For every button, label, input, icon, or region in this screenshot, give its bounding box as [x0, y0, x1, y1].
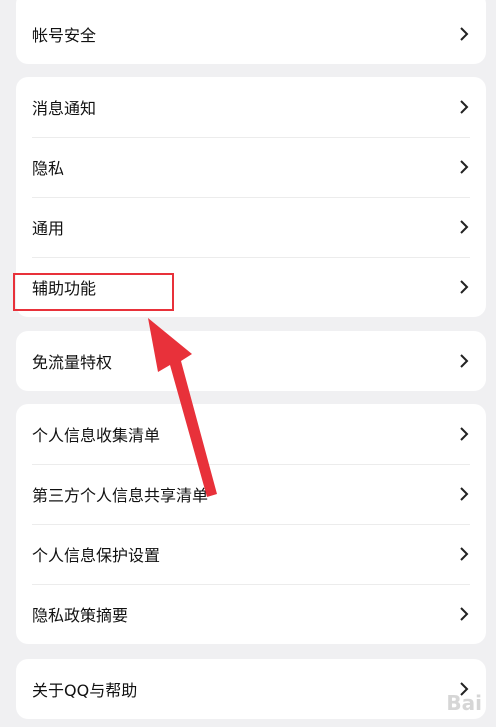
watermark-logo: Bai: [446, 691, 482, 715]
pointer-arrow-icon: [148, 318, 217, 497]
